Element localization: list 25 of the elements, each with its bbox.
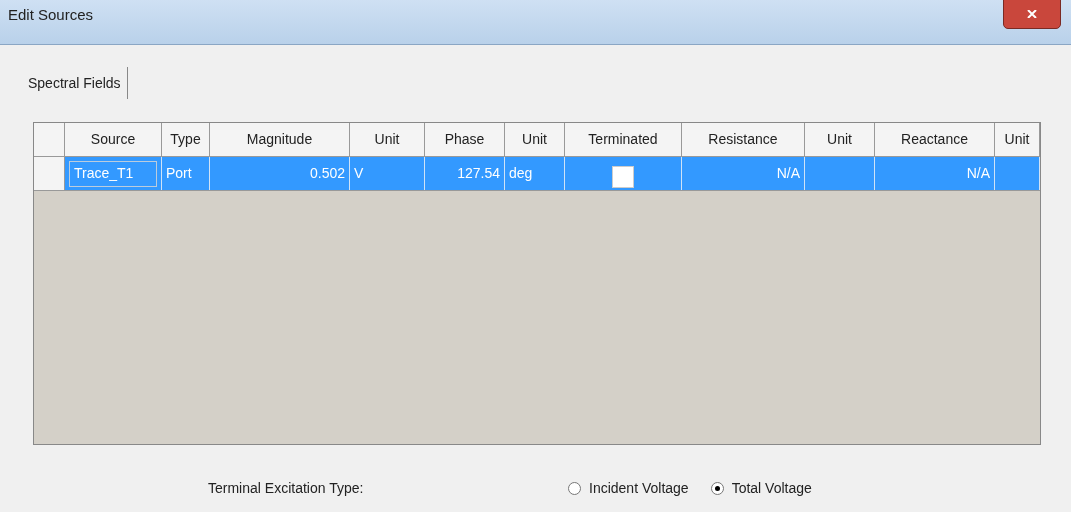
column-header[interactable]: Unit (505, 123, 565, 156)
table-cell-text: 127.54 (457, 164, 500, 183)
table-cell-text: N/A (966, 164, 990, 183)
column-header[interactable]: Phase (425, 123, 505, 156)
close-button[interactable] (1003, 0, 1061, 29)
checkbox[interactable] (612, 165, 634, 188)
column-header[interactable]: Source (65, 123, 162, 156)
window-title: Edit Sources (7, 4, 94, 25)
column-header[interactable]: Type (162, 123, 210, 156)
radio-option[interactable]: Total Voltage (710, 477, 812, 499)
field-label: Terminal Excitation Type: (208, 478, 365, 498)
table-cell-text: Port (166, 164, 192, 183)
column-header[interactable]: Resistance (682, 123, 805, 156)
column-header[interactable]: Reactance (875, 123, 995, 156)
close-icon (1026, 10, 1038, 18)
radio-option[interactable]: Incident Voltage (568, 477, 689, 499)
column-header[interactable]: Unit (805, 123, 875, 156)
table-cell-text: N/A (776, 164, 800, 183)
column-header[interactable]: Unit (350, 123, 425, 156)
column-header[interactable]: Terminated (565, 123, 682, 156)
column-header[interactable]: Unit (995, 123, 1040, 156)
table-cell-text: 0.502 (309, 164, 345, 183)
table-cell-text: deg (509, 164, 533, 183)
table-cell-text: V (354, 164, 364, 183)
column-header[interactable]: Magnitude (210, 123, 350, 156)
